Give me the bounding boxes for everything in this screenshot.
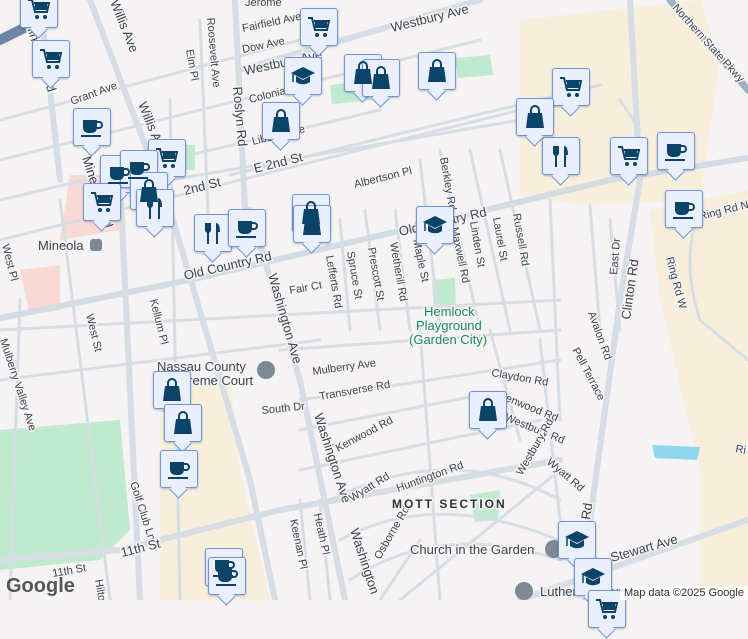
shopping-bag-icon [479, 398, 497, 421]
poi-marker-shopping-bag[interactable] [262, 102, 300, 140]
restaurant-icon [205, 223, 220, 244]
shopping-bag-icon [372, 66, 390, 89]
shopping-bag-icon [526, 105, 544, 128]
poi-marker-restaurant[interactable] [542, 137, 580, 175]
poi-marker-shopping-bag[interactable] [469, 391, 507, 429]
street-label: Stewart Ave [609, 531, 680, 564]
poi-marker-graduation-cap[interactable] [284, 57, 322, 95]
street-label: Elm Pl [183, 48, 200, 81]
poi-marker-restaurant[interactable] [194, 214, 232, 252]
street-label: Wetherill Rd [387, 241, 409, 302]
graduation-cap-icon [581, 568, 605, 586]
street-label: Roosevelt Ave [204, 17, 222, 88]
train-station-icon [90, 239, 102, 251]
street-label: Washington [347, 526, 382, 595]
street-label: East Dr [608, 237, 623, 275]
graduation-cap-icon [565, 531, 589, 549]
courthouse-icon [257, 361, 275, 379]
poi-marker-shopping-bag[interactable] [516, 98, 554, 136]
poi-marker-cart[interactable] [83, 183, 121, 221]
street-label: Linden St [467, 220, 487, 268]
street-label: Westbury Ave [389, 1, 470, 35]
street-label: Rd [578, 502, 595, 521]
cart-icon [618, 146, 641, 166]
place-label-church: Church in the Garden [410, 542, 534, 557]
google-logo: Google [6, 575, 75, 597]
street-label: Dow Ave [241, 35, 286, 56]
cart-icon [560, 77, 583, 97]
church-icon [515, 582, 533, 600]
street-label: Old Country Rd [182, 248, 273, 283]
graduation-cap-icon [291, 67, 315, 85]
street-label: Mulberry Ave [312, 357, 377, 378]
shopping-bag-icon [163, 378, 181, 401]
street-label: Clinton Rd [618, 258, 641, 320]
cart-icon [40, 49, 63, 69]
street-label: Fairfield Ave [241, 11, 303, 35]
poi-marker-coffee[interactable] [665, 190, 703, 228]
poi-marker-shopping-bag[interactable] [164, 404, 202, 442]
poi-marker-shopping-bag[interactable] [293, 205, 331, 243]
poi-marker-cart[interactable] [552, 68, 590, 106]
poi-marker-graduation-cap[interactable] [416, 206, 454, 244]
neighborhood-label: MOTT SECTION [392, 497, 507, 511]
coffee-icon [665, 144, 687, 161]
street-label: Wyatt Rd [347, 470, 392, 504]
poi-marker-cart[interactable] [610, 137, 648, 175]
poi-marker-shopping-bag[interactable] [418, 52, 456, 90]
street-label: Lefferts Rd [323, 254, 344, 309]
coffee-icon [168, 462, 190, 479]
place-label-park: Hemlock [424, 304, 475, 319]
street-label: Golf Club Ln [127, 480, 157, 542]
restaurant-icon [553, 146, 568, 167]
street-label: Claydon Rd [490, 367, 549, 389]
street-label: West Pl [0, 243, 20, 282]
street-label: West St [83, 313, 104, 353]
street-label: Keenan Pl [287, 518, 309, 570]
poi-marker-coffee[interactable] [228, 209, 266, 247]
restaurant-icon [147, 198, 162, 219]
shopping-bag-icon [303, 212, 321, 235]
coffee-icon [236, 221, 258, 238]
street-label: Berkley Rd [437, 156, 458, 211]
cart-icon [28, 0, 51, 19]
coffee-icon [216, 569, 238, 586]
poi-marker-cart[interactable] [32, 40, 70, 78]
poi-marker-shopping-bag[interactable] [362, 59, 400, 97]
cart-icon [308, 17, 331, 37]
graduation-cap-icon [423, 216, 447, 234]
street-label: Prescott St [365, 246, 386, 301]
poi-marker-coffee[interactable] [73, 108, 111, 146]
map-attribution[interactable]: Map data ©2025 Google [619, 586, 748, 600]
poi-marker-coffee[interactable] [208, 557, 246, 595]
coffee-icon [673, 202, 695, 219]
coffee-icon [81, 120, 103, 137]
poi-marker-restaurant[interactable] [136, 189, 174, 227]
poi-marker-coffee[interactable] [160, 450, 198, 488]
street-label: Grant Ave [69, 80, 119, 108]
street-label: Transverse Rd [318, 379, 391, 403]
street-label: Wyatt Rd [544, 456, 586, 494]
street-label: Jerome [245, 0, 282, 9]
poi-marker-cart[interactable] [300, 8, 338, 46]
street-label: Albertson Pl [353, 165, 413, 191]
street-label: Russell Rd [510, 212, 531, 266]
street-label: South Dr [261, 400, 306, 417]
place-label-park: (Garden City) [409, 332, 487, 347]
street-label: Fair Ct [288, 279, 323, 297]
street-label: Avalon Rd [585, 310, 614, 362]
shopping-bag-icon [272, 109, 290, 132]
shopping-bag-icon [428, 59, 446, 82]
poi-marker-coffee[interactable] [657, 132, 695, 170]
street-label: Ri [734, 443, 746, 457]
street-label: Willis Ave [107, 0, 142, 54]
cart-icon [156, 148, 179, 168]
place-label-mineola: Mineola [38, 238, 84, 253]
shopping-bag-icon [174, 411, 192, 434]
cart-icon [91, 192, 114, 212]
poi-marker-cart[interactable] [20, 0, 58, 28]
poi-marker-graduation-cap[interactable] [558, 521, 596, 559]
place-label-park: Playground [416, 318, 482, 333]
